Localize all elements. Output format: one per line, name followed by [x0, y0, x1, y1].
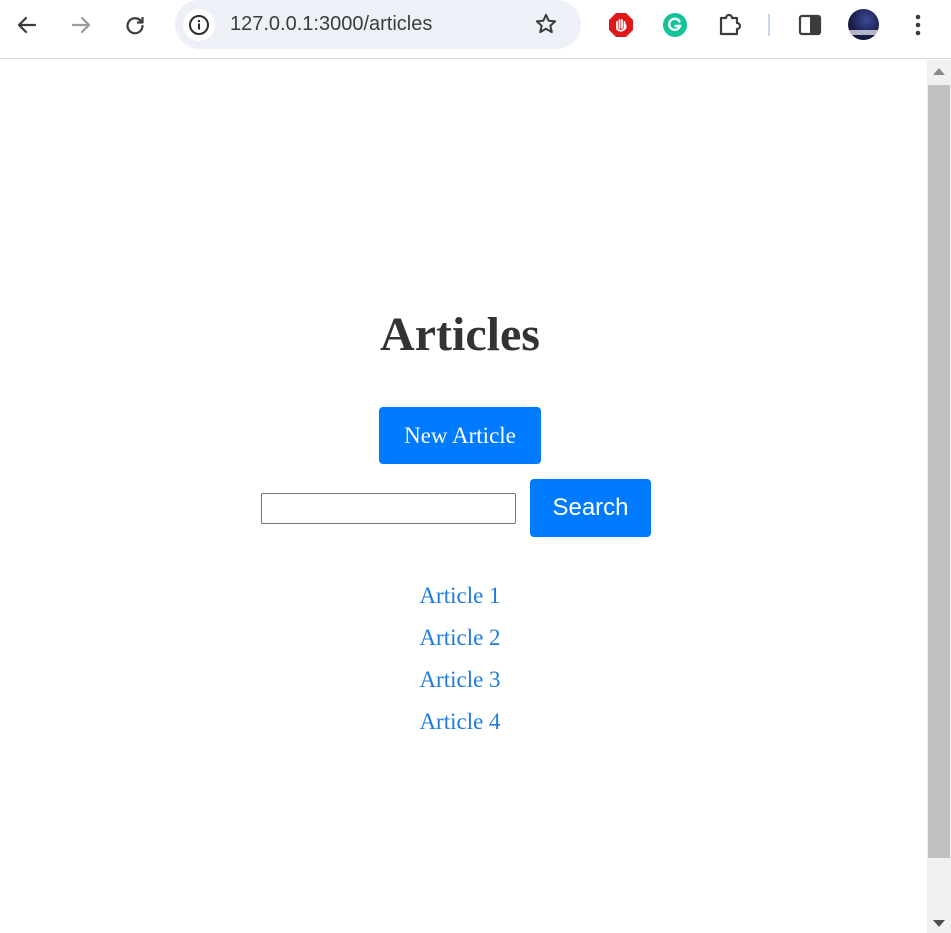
toolbar-divider [768, 14, 770, 36]
profile-avatar[interactable] [848, 9, 879, 40]
extensions-button[interactable] [712, 8, 748, 42]
puzzle-icon [719, 13, 742, 36]
back-button[interactable] [9, 8, 45, 42]
bookmark-button[interactable] [532, 10, 560, 38]
browser-menu-button[interactable] [900, 8, 936, 42]
scroll-up-arrow-icon[interactable] [933, 68, 945, 75]
grammarly-extension-button[interactable] [657, 8, 693, 42]
list-item: Article 3 [0, 664, 920, 706]
list-item: Article 2 [0, 622, 920, 664]
browser-toolbar: 127.0.0.1:3000/articles [0, 0, 951, 59]
list-item: Article 1 [0, 580, 920, 622]
address-bar[interactable]: 127.0.0.1:3000/articles [175, 0, 581, 49]
article-list: Article 1 Article 2 Article 3 Article 4 [0, 580, 920, 748]
grammarly-icon [663, 13, 687, 37]
side-panel-button[interactable] [792, 8, 828, 42]
star-icon [535, 13, 557, 34]
article-link-4[interactable]: Article 4 [419, 709, 500, 734]
new-article-button[interactable]: New Article [379, 407, 541, 464]
vertical-scrollbar[interactable] [927, 60, 951, 933]
site-info-button[interactable] [183, 9, 215, 41]
scroll-down-arrow-icon[interactable] [933, 920, 945, 927]
more-vertical-icon [915, 14, 921, 36]
arrow-left-icon [17, 16, 37, 34]
forward-button[interactable] [63, 8, 99, 42]
search-button[interactable]: Search [530, 479, 651, 537]
article-link-2[interactable]: Article 2 [419, 625, 500, 650]
search-input[interactable] [261, 493, 516, 524]
url-text[interactable]: 127.0.0.1:3000/articles [230, 13, 432, 36]
article-link-3[interactable]: Article 3 [419, 667, 500, 692]
arrow-right-icon [71, 16, 91, 34]
page-content: Articles New Article Search Article 1 Ar… [0, 60, 927, 933]
list-item: Article 4 [0, 706, 920, 748]
side-panel-icon [798, 14, 822, 36]
adblock-icon [609, 13, 633, 37]
article-link-1[interactable]: Article 1 [419, 583, 500, 608]
info-icon [189, 15, 209, 35]
page-title: Articles [380, 308, 540, 361]
adblock-extension-button[interactable] [603, 8, 639, 42]
reload-button[interactable] [117, 8, 153, 42]
reload-icon [126, 17, 144, 35]
scrollbar-thumb[interactable] [928, 85, 950, 858]
